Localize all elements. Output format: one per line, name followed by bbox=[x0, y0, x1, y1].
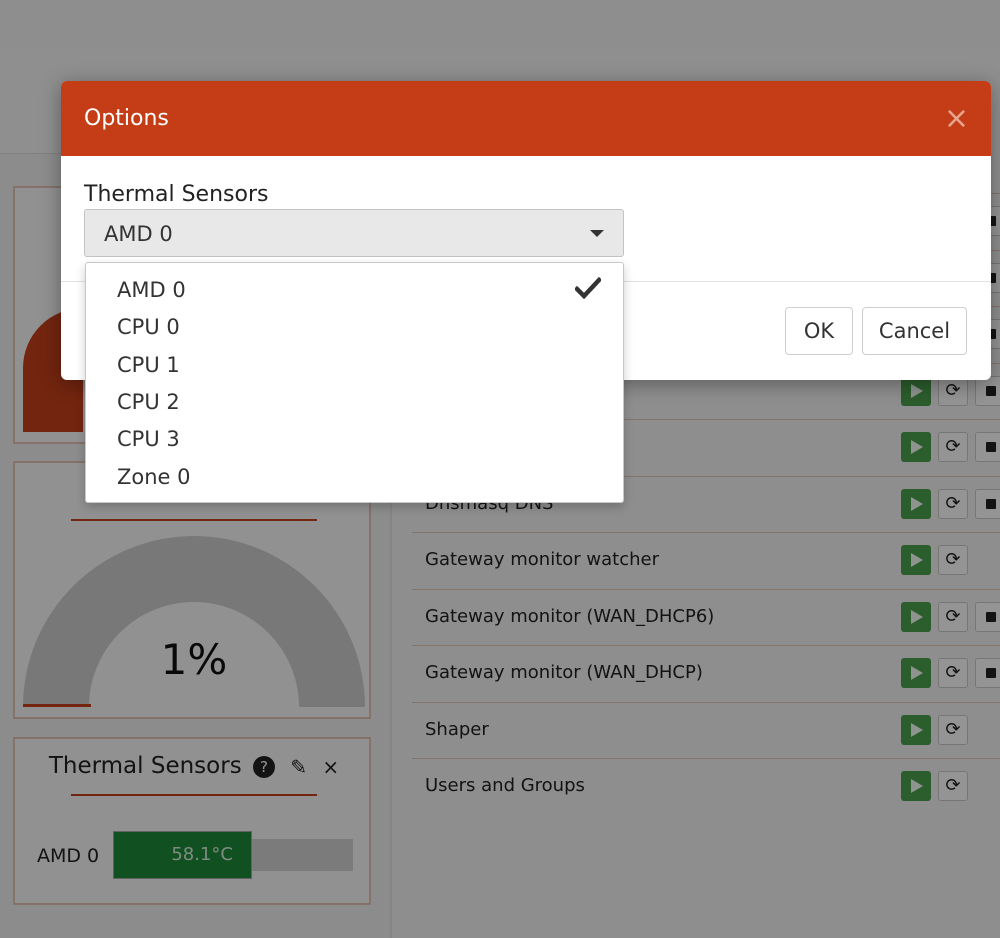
check-icon bbox=[575, 276, 601, 300]
select-value: AMD 0 bbox=[104, 222, 173, 246]
dropdown-option[interactable]: CPU 2 bbox=[117, 384, 180, 421]
thermal-sensors-select[interactable]: AMD 0 bbox=[84, 209, 624, 257]
dropdown-option[interactable]: Zone 0 bbox=[117, 459, 191, 496]
thermal-sensors-dropdown: AMD 0 CPU 0 CPU 1 CPU 2 CPU 3 Zone 0 bbox=[85, 262, 624, 503]
dropdown-option[interactable]: AMD 0 bbox=[117, 272, 186, 309]
close-icon[interactable]: × bbox=[944, 101, 969, 136]
modal-header: Options × bbox=[61, 81, 991, 156]
caret-down-icon bbox=[590, 230, 604, 237]
dropdown-option[interactable]: CPU 3 bbox=[117, 421, 180, 458]
thermal-sensors-label: Thermal Sensors bbox=[84, 182, 269, 207]
dropdown-option[interactable]: CPU 0 bbox=[117, 309, 180, 346]
modal-title: Options bbox=[84, 106, 169, 131]
dropdown-option[interactable]: CPU 1 bbox=[117, 347, 180, 384]
cancel-button[interactable]: Cancel bbox=[862, 307, 967, 355]
ok-button[interactable]: OK bbox=[785, 307, 853, 355]
